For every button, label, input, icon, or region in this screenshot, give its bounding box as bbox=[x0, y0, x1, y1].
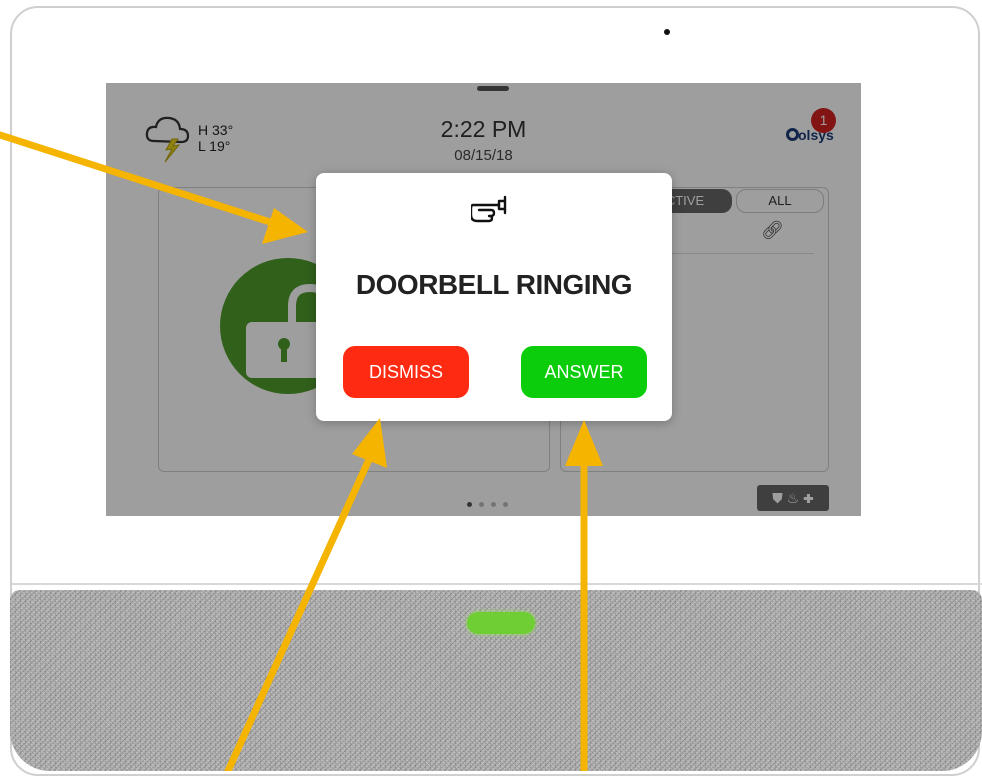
status-led bbox=[467, 612, 535, 634]
doorbell-icon bbox=[471, 195, 507, 223]
doorbell-dialog: DOORBELL RINGING DISMISS ANSWER bbox=[316, 173, 672, 421]
camera-dot bbox=[664, 29, 670, 35]
answer-button[interactable]: ANSWER bbox=[521, 346, 647, 398]
dialog-title: DOORBELL RINGING bbox=[355, 269, 633, 300]
touch-screen: H 33° L 19° 2:22 PM 08/15/18 olsys 1 CTI… bbox=[106, 83, 861, 516]
dismiss-button[interactable]: DISMISS bbox=[343, 346, 469, 398]
panel-divider bbox=[12, 583, 982, 585]
